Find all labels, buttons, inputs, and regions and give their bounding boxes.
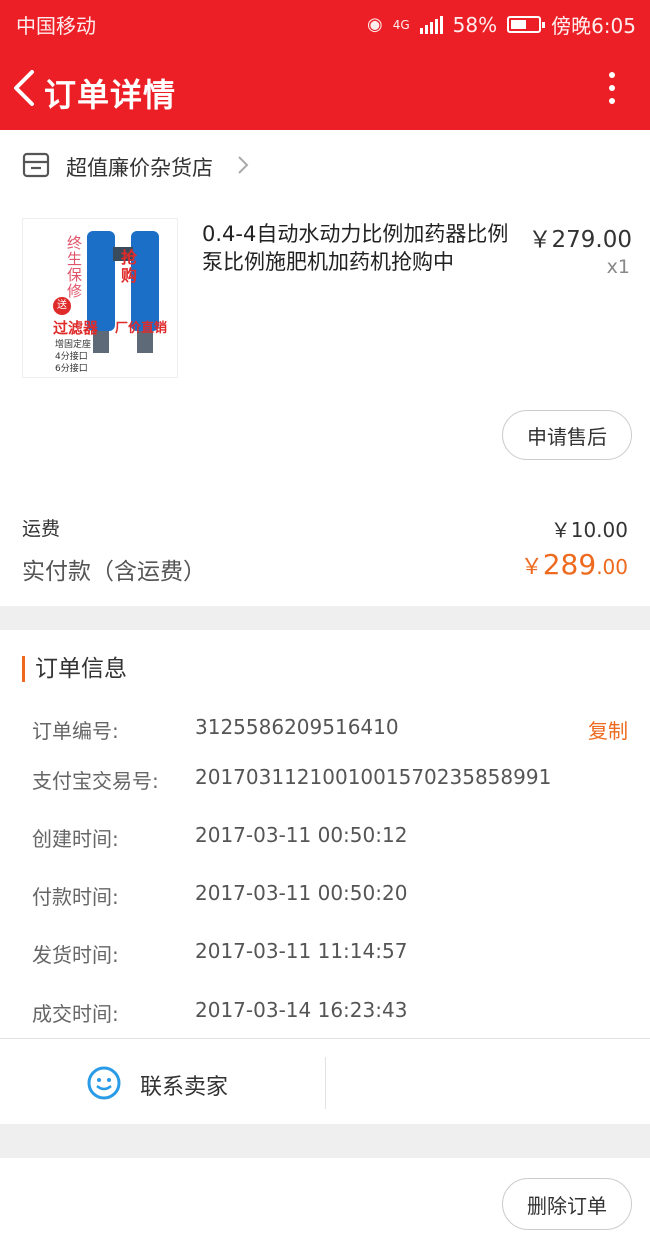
store-name: 超值廉价杂货店 xyxy=(66,156,213,180)
image-direct-text: 厂价直销 xyxy=(115,321,168,336)
paid-time-value: 2017-03-11 00:50:20 xyxy=(195,881,408,905)
signal-icon xyxy=(419,15,443,34)
contact-seller-button[interactable]: 联系卖家 xyxy=(0,1039,325,1125)
order-number-label: 订单编号: xyxy=(32,719,119,743)
store-icon xyxy=(22,152,50,178)
paid-integer: 289 xyxy=(542,548,597,581)
store-row[interactable]: 超值廉价杂货店 xyxy=(0,130,650,202)
network-label: 4G xyxy=(392,17,410,32)
deal-time-label: 成交时间: xyxy=(32,1002,119,1026)
image-filter-text: 过滤器 xyxy=(53,319,99,337)
product-card: 超值廉价杂货店 终生保修 抢购 送 过滤器 厂价直销 增固定座 4分接口 6分接… xyxy=(0,130,650,606)
eye-icon: ◉ xyxy=(366,14,383,35)
nav-bar: 订单详情 xyxy=(0,56,650,120)
shipping-label: 运费 xyxy=(22,518,61,540)
shipped-time-value: 2017-03-11 11:14:57 xyxy=(195,939,408,963)
paid-decimal: .00 xyxy=(596,555,628,579)
created-time-label: 创建时间: xyxy=(32,827,119,851)
clock: 傍晚6:05 xyxy=(551,14,636,38)
order-info-card: 订单信息 订单编号: 3125586209516410 复制 支付宝交易号: 2… xyxy=(0,630,650,1038)
page-title: 订单详情 xyxy=(44,76,177,114)
alipay-trade-label: 支付宝交易号: xyxy=(32,769,159,793)
after-sale-button[interactable]: 申请售后 xyxy=(502,410,632,460)
copy-button[interactable]: 复制 xyxy=(588,715,628,744)
more-options-icon[interactable] xyxy=(604,68,620,108)
battery-percent: 58% xyxy=(452,12,498,37)
paid-time-label: 付款时间: xyxy=(32,885,119,909)
product-title[interactable]: 0.4-4自动水动力比例加药器比例泵比例施肥机加药机抢购中 xyxy=(202,220,522,276)
contact-row: 联系卖家 xyxy=(0,1038,650,1124)
created-time-value: 2017-03-11 00:50:12 xyxy=(195,823,408,847)
deal-time-value: 2017-03-14 16:23:43 xyxy=(195,998,408,1022)
product-image[interactable]: 终生保修 抢购 送 过滤器 厂价直销 增固定座 4分接口 6分接口 xyxy=(22,218,178,378)
status-right: ◉ 4G 58% 傍晚6:05 xyxy=(367,10,636,39)
image-spec3: 6分接口 xyxy=(55,364,88,374)
back-arrow-icon[interactable] xyxy=(10,68,40,108)
shipping-value: ￥10.00 xyxy=(550,518,628,542)
product-price: ￥279.00 xyxy=(528,227,632,253)
product-quantity: x1 xyxy=(606,256,630,278)
image-rush-text: 抢购 xyxy=(121,248,138,285)
bottom-action-bar: 删除订单 xyxy=(0,1158,650,1249)
battery-icon xyxy=(507,16,546,33)
carrier-label: 中国移动 xyxy=(16,14,96,38)
shipped-time-label: 发货时间: xyxy=(32,943,119,967)
delete-order-button[interactable]: 删除订单 xyxy=(502,1178,632,1230)
paid-label: 实付款（含运费） xyxy=(22,559,206,585)
contact-seller-label: 联系卖家 xyxy=(140,1075,229,1100)
alipay-trade-value: 2017031121001001570235858991 xyxy=(195,765,552,789)
order-info-title: 订单信息 xyxy=(22,656,127,682)
order-number-value: 3125586209516410 xyxy=(195,715,399,739)
vertical-divider xyxy=(325,1057,326,1109)
paid-amount: ￥289.00 xyxy=(521,548,628,581)
chevron-right-icon xyxy=(236,154,250,176)
paid-currency: ￥ xyxy=(520,555,543,580)
header: 中国移动 ◉ 4G 58% 傍晚6:05 订单详情 xyxy=(0,0,650,130)
image-warranty-text: 终生保修 xyxy=(67,234,83,300)
chat-smile-icon xyxy=(86,1065,122,1101)
status-bar: 中国移动 ◉ 4G 58% 傍晚6:05 xyxy=(0,0,650,44)
image-gift-badge: 送 xyxy=(53,297,71,315)
